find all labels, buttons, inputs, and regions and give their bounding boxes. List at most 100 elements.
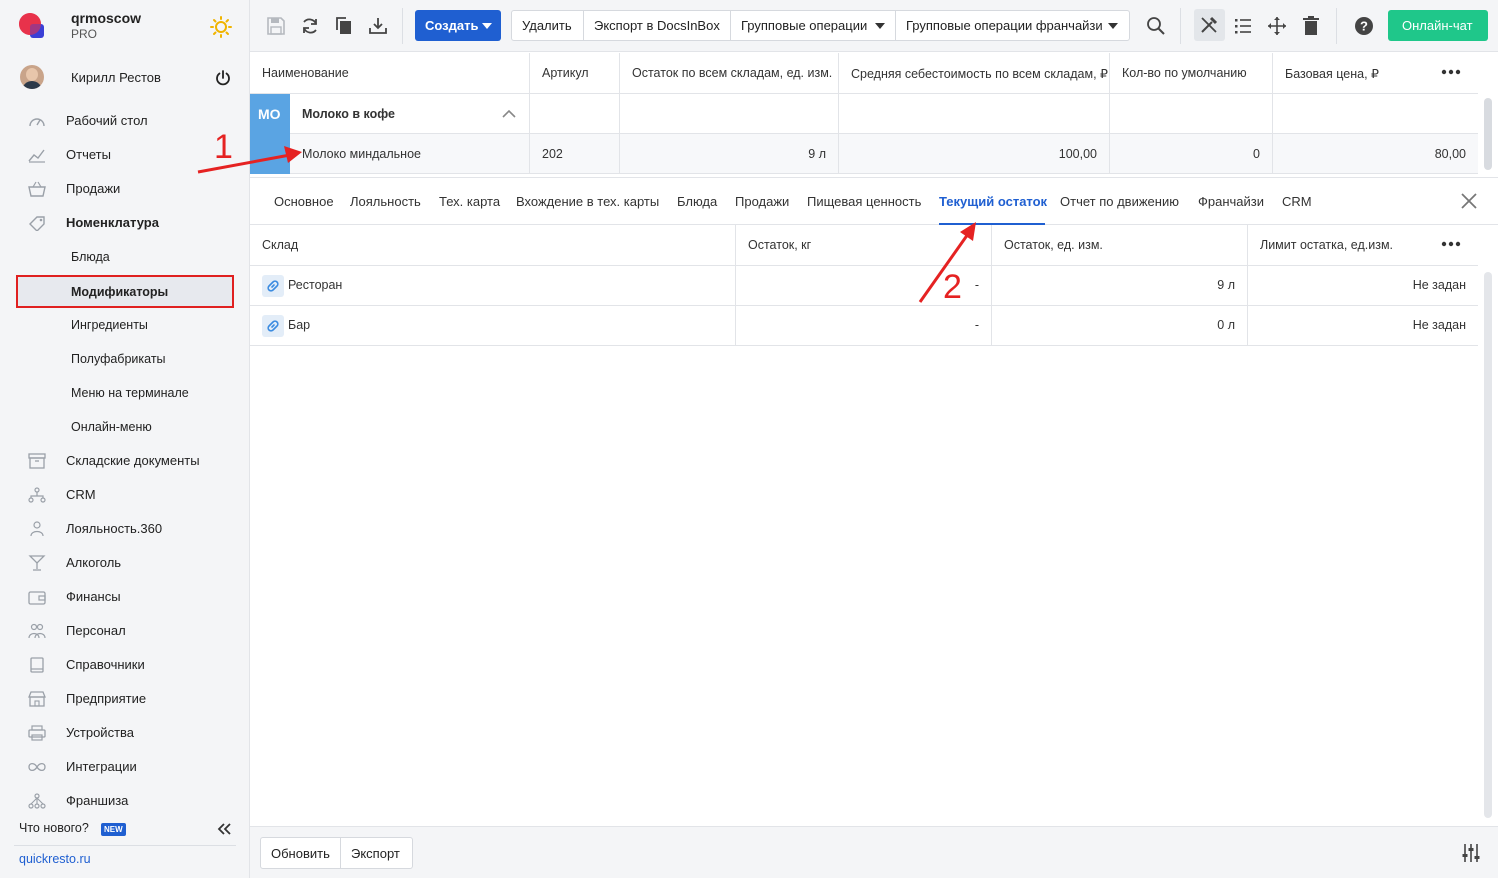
- sidebar: qrmoscow PRO Кирилл Рестов Рабочий стол …: [0, 0, 250, 878]
- column-header[interactable]: Артикул: [530, 53, 620, 93]
- user-name[interactable]: Кирилл Рестов: [71, 70, 161, 85]
- scrollbar[interactable]: [1484, 272, 1492, 818]
- tab-main[interactable]: Основное: [274, 194, 334, 209]
- table-header: Наименование Артикул Остаток по всем скл…: [250, 53, 1478, 94]
- sidebar-item-staff[interactable]: Персонал: [0, 614, 250, 648]
- search-icon[interactable]: [1146, 16, 1166, 36]
- refresh-button[interactable]: Обновить: [261, 838, 341, 868]
- link-icon[interactable]: [262, 315, 284, 337]
- trash-icon[interactable]: [1301, 16, 1321, 36]
- tab-sales[interactable]: Продажи: [735, 194, 789, 209]
- sidebar-item-devices[interactable]: Устройства: [0, 716, 250, 750]
- column-header-label: Склад: [262, 238, 299, 252]
- loyalty-icon: [30, 521, 44, 537]
- sidebar-item-finance[interactable]: Финансы: [0, 580, 250, 614]
- table-group-row[interactable]: Молоко в кофе: [250, 94, 1478, 134]
- column-header[interactable]: Склад: [250, 225, 736, 265]
- download-icon[interactable]: [368, 16, 388, 36]
- sidebar-subitem-dishes[interactable]: Блюда: [0, 240, 250, 274]
- sidebar-item-label: Рабочий стол: [66, 113, 148, 128]
- stock-units: 0 л: [1217, 318, 1235, 332]
- item-name: Молоко миндальное: [302, 147, 421, 161]
- sliders-icon[interactable]: [1461, 843, 1481, 863]
- sidebar-subitem-online-menu[interactable]: Онлайн-меню: [0, 410, 250, 444]
- close-icon[interactable]: [1460, 192, 1478, 210]
- create-button[interactable]: Создать: [415, 10, 501, 41]
- column-header[interactable]: Остаток по всем складам, ед. изм.: [620, 53, 839, 93]
- sidebar-subitem-semifinished[interactable]: Полуфабрикаты: [0, 342, 250, 376]
- more-options-icon[interactable]: [1441, 69, 1461, 75]
- column-header-label: Остаток по всем складам, ед. изм.: [632, 66, 833, 80]
- site-link[interactable]: quickresto.ru: [19, 852, 91, 866]
- copy-icon[interactable]: [334, 16, 354, 36]
- tab-nutrition[interactable]: Пищевая ценность: [807, 194, 921, 209]
- account-name[interactable]: qrmoscow: [71, 10, 141, 26]
- tab-franchisees[interactable]: Франчайзи: [1198, 194, 1264, 209]
- refresh-icon[interactable]: [300, 16, 320, 36]
- scrollbar[interactable]: [1484, 98, 1492, 170]
- sidebar-item-loyalty[interactable]: Лояльность.360: [0, 512, 250, 546]
- list-icon[interactable]: [1233, 16, 1253, 36]
- sidebar-item-reports[interactable]: Отчеты: [0, 138, 250, 172]
- tab-dishes[interactable]: Блюда: [677, 194, 717, 209]
- table-row[interactable]: Ресторан - 9 л Не задан: [250, 266, 1478, 306]
- column-header-label: Средняя себестоимость по всем складам, ₽: [851, 67, 1108, 81]
- sidebar-item-sales[interactable]: Продажи: [0, 172, 250, 206]
- delete-button-label: Удалить: [522, 18, 572, 33]
- online-chat-label: Онлайн-чат: [1402, 18, 1473, 33]
- sidebar-item-references[interactable]: Справочники: [0, 648, 250, 682]
- column-header[interactable]: Средняя себестоимость по всем складам, ₽: [839, 53, 1110, 93]
- tools-button[interactable]: [1194, 9, 1225, 41]
- column-header[interactable]: Кол-во по умолчанию: [1110, 53, 1273, 93]
- column-header[interactable]: Остаток, кг: [736, 225, 992, 265]
- group-operations-label: Групповые операции: [741, 18, 868, 33]
- sidebar-item-label: Персонал: [66, 623, 126, 638]
- sidebar-item-integrations[interactable]: Интеграции: [0, 750, 250, 784]
- sidebar-subitem-ingredients[interactable]: Ингредиенты: [0, 308, 250, 342]
- sidebar-item-alcohol[interactable]: Алкоголь: [0, 546, 250, 580]
- sidebar-item-dashboard[interactable]: Рабочий стол: [0, 104, 250, 138]
- tab-tech-card[interactable]: Тех. карта: [439, 194, 500, 209]
- sidebar-item-warehouse-docs[interactable]: Складские документы: [0, 444, 250, 478]
- delete-button[interactable]: Удалить: [512, 11, 584, 40]
- export-button[interactable]: Экспорт: [341, 838, 413, 868]
- move-icon[interactable]: [1267, 16, 1287, 36]
- group-operations-button[interactable]: Групповые операции: [731, 11, 896, 40]
- sun-icon[interactable]: [210, 16, 232, 38]
- column-header[interactable]: Наименование: [250, 53, 530, 93]
- sidebar-item-nomenclature[interactable]: Номенклатура: [0, 206, 250, 240]
- refresh-button-label: Обновить: [271, 846, 330, 861]
- sidebar-item-crm[interactable]: CRM: [0, 478, 250, 512]
- annotation-label: 1: [214, 128, 233, 166]
- sidebar-item-enterprise[interactable]: Предприятие: [0, 682, 250, 716]
- annotation-label: 2: [943, 268, 962, 306]
- bottom-bar: Обновить Экспорт: [250, 826, 1498, 878]
- tab-crm[interactable]: CRM: [1282, 194, 1312, 209]
- column-header[interactable]: Остаток, ед. изм.: [992, 225, 1248, 265]
- sidebar-item-label: Складские документы: [66, 453, 200, 468]
- column-header[interactable]: Лимит остатка, ед.изм.: [1248, 225, 1478, 265]
- link-icon[interactable]: [262, 275, 284, 297]
- help-icon[interactable]: ?: [1354, 16, 1374, 36]
- save-icon[interactable]: [266, 16, 286, 36]
- export-docsinbox-button[interactable]: Экспорт в DocsInBox: [584, 11, 731, 40]
- online-chat-button[interactable]: Онлайн-чат: [1388, 10, 1488, 41]
- column-header[interactable]: Базовая цена, ₽: [1273, 53, 1478, 93]
- group-operations-franchise-button[interactable]: Групповые операции франчайзи: [896, 11, 1129, 40]
- tab-movement-report[interactable]: Отчет по движению: [1060, 194, 1179, 209]
- item-article: 202: [542, 147, 563, 161]
- tab-tech-card-inclusion[interactable]: Вхождение в тех. карты: [516, 194, 659, 209]
- more-options-icon[interactable]: [1441, 241, 1461, 247]
- whats-new-link[interactable]: Что нового?: [19, 821, 89, 835]
- tab-loyalty[interactable]: Лояльность: [350, 194, 421, 209]
- power-icon[interactable]: [214, 69, 232, 87]
- sidebar-item-franchise[interactable]: Франшиза: [0, 784, 250, 818]
- sidebar-subitem-terminal-menu[interactable]: Меню на терминале: [0, 376, 250, 410]
- table-row[interactable]: Бар - 0 л Не задан: [250, 306, 1478, 346]
- avatar[interactable]: [20, 65, 44, 89]
- tab-current-stock[interactable]: Текущий остаток: [939, 194, 1047, 209]
- table-row[interactable]: Молоко миндальное 202 9 л 100,00 0 80,00: [250, 134, 1478, 174]
- collapse-sidebar-icon[interactable]: [216, 821, 232, 837]
- sidebar-subitem-modifiers[interactable]: Модификаторы: [16, 275, 234, 308]
- chevron-up-icon[interactable]: [502, 109, 516, 119]
